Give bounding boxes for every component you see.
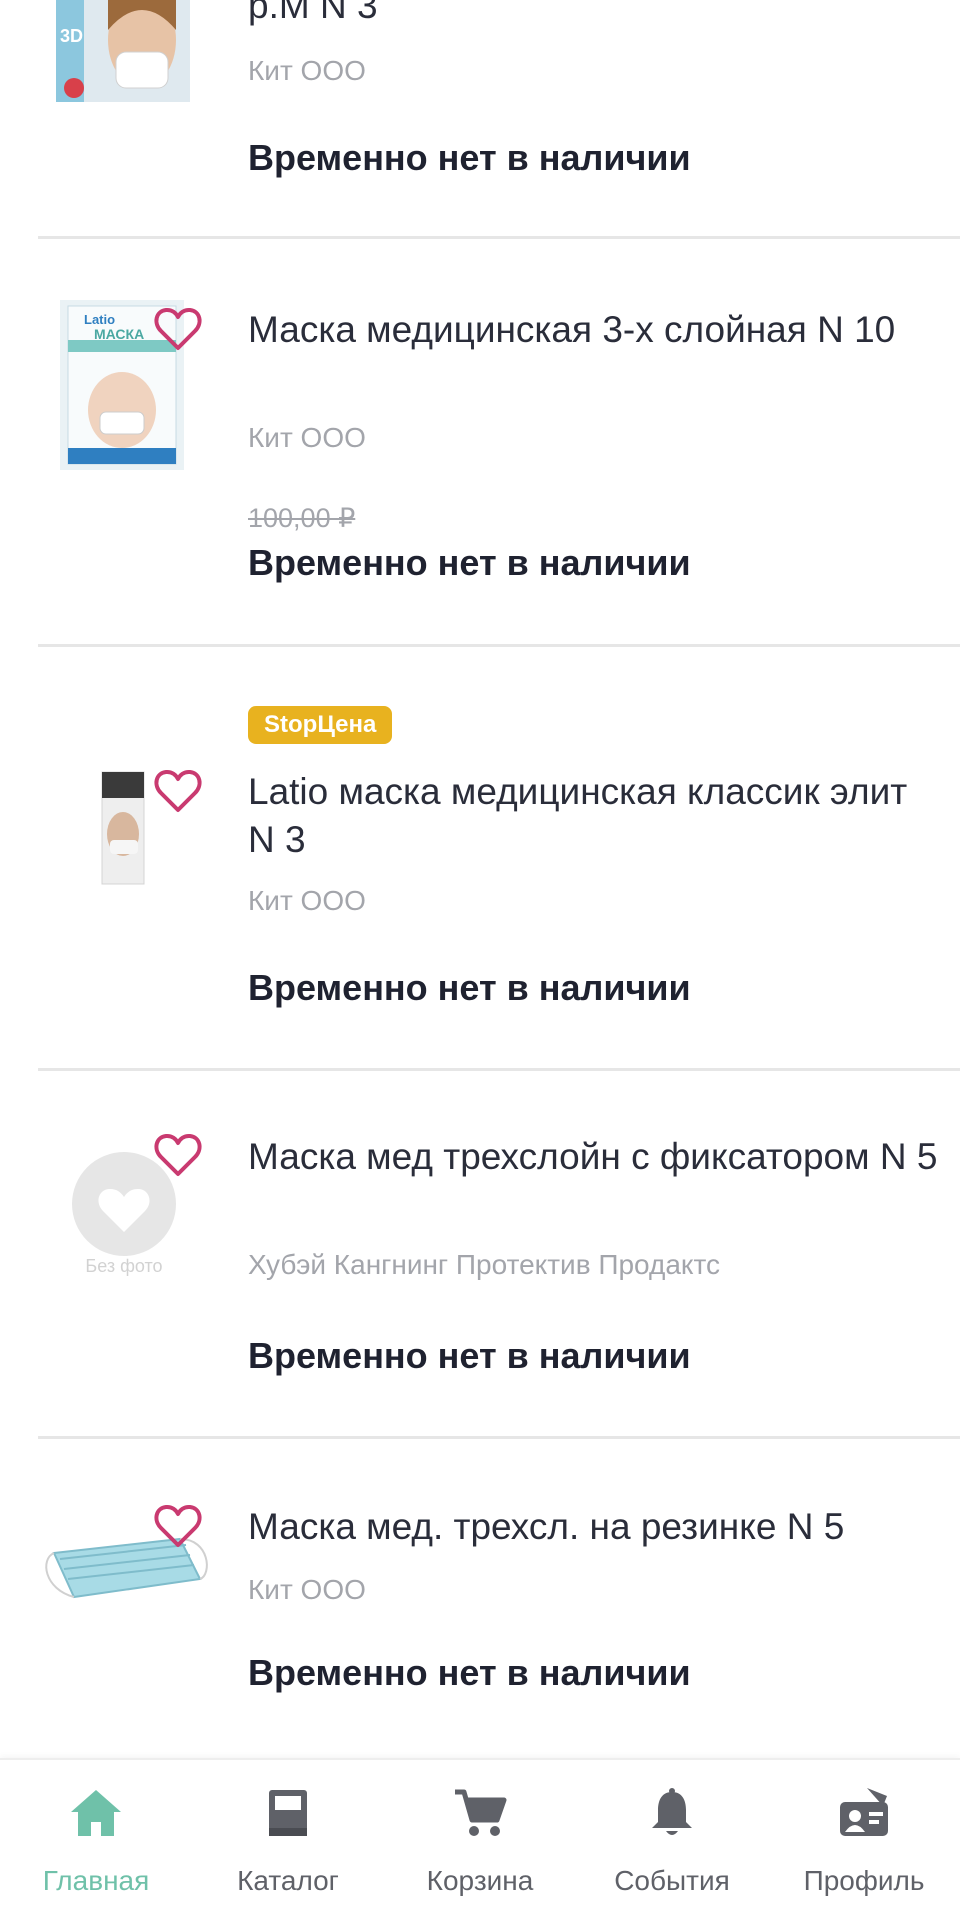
divider bbox=[38, 644, 960, 647]
favorite-heart-icon[interactable] bbox=[153, 306, 203, 352]
product-title[interactable]: р.M N 3 bbox=[248, 0, 938, 30]
product-title[interactable]: Маска медицинская 3-х слойная N 10 bbox=[248, 306, 938, 354]
nav-item-events[interactable]: События bbox=[576, 1760, 768, 1920]
product-title[interactable]: Latio маска медицинская классик элит N 3 bbox=[248, 768, 938, 864]
product-image[interactable] bbox=[98, 768, 148, 888]
nav-item-home[interactable]: Главная bbox=[0, 1760, 192, 1920]
product-title[interactable]: Маска мед. трехсл. на резинке N 5 bbox=[248, 1503, 938, 1551]
availability-status: Временно нет в наличии bbox=[248, 137, 691, 178]
nav-label-home: Главная bbox=[42, 1865, 150, 1896]
favorite-heart-icon[interactable] bbox=[153, 1132, 203, 1178]
bell-icon bbox=[645, 1786, 699, 1840]
nav-label-events: События bbox=[614, 1865, 730, 1896]
old-price: 100,00 ₽ bbox=[248, 503, 356, 533]
home-icon bbox=[69, 1786, 123, 1840]
availability-status: Временно нет в наличии bbox=[248, 1652, 691, 1693]
product-card[interactable]: Без фото Маска мед трехслойн с фиксаторо… bbox=[0, 1072, 960, 1442]
product-title[interactable]: Маска мед трехслойн с фиксатором N 5 bbox=[248, 1133, 938, 1181]
availability-status: Временно нет в наличии bbox=[248, 542, 691, 583]
profile-card-icon bbox=[837, 1786, 891, 1840]
nav-item-cart[interactable]: Корзина bbox=[384, 1760, 576, 1920]
product-maker: Кит ООО bbox=[248, 885, 366, 916]
divider bbox=[38, 1068, 960, 1071]
product-card[interactable]: 3D р.M N 3 Кит ООО Временно нет в наличи… bbox=[0, 0, 960, 240]
product-maker: Кит ООО bbox=[248, 1574, 366, 1605]
favorite-heart-icon[interactable] bbox=[153, 1503, 203, 1549]
nav-label-catalog: Каталог bbox=[237, 1865, 339, 1896]
catalog-book-icon bbox=[261, 1786, 315, 1840]
nav-item-catalog[interactable]: Каталог bbox=[192, 1760, 384, 1920]
product-maker: Кит ООО bbox=[248, 55, 366, 86]
product-maker: Кит ООО bbox=[248, 422, 366, 453]
bottom-navigation: Главная Каталог Корзина События Профиль bbox=[0, 1758, 960, 1920]
nav-label-profile: Профиль bbox=[803, 1865, 925, 1896]
promo-badge: StopЦена bbox=[248, 706, 393, 744]
divider bbox=[38, 1436, 960, 1439]
image-label: 3D bbox=[60, 26, 84, 46]
cart-icon bbox=[453, 1786, 507, 1840]
product-card[interactable]: Маска мед. трехсл. на резинке N 5 Кит ОО… bbox=[0, 1441, 960, 1761]
product-card[interactable]: Latio МАСКА Маска медицинская 3-х слойна… bbox=[0, 239, 960, 649]
product-maker: Хубэй Кангнинг Протектив Продактс bbox=[248, 1249, 720, 1280]
availability-status: Временно нет в наличии bbox=[248, 967, 691, 1008]
image-label: МАСКА bbox=[94, 326, 145, 342]
product-image[interactable]: 3D bbox=[56, 0, 190, 102]
availability-status: Временно нет в наличии bbox=[248, 1335, 691, 1376]
favorite-heart-icon[interactable] bbox=[153, 768, 203, 814]
image-brand: Latio bbox=[84, 312, 116, 327]
nav-item-profile[interactable]: Профиль bbox=[768, 1760, 960, 1920]
no-photo-label: Без фото bbox=[85, 1256, 163, 1276]
product-card[interactable]: StopЦена Latio маска медицинская классик… bbox=[0, 648, 960, 1073]
nav-label-cart: Корзина bbox=[426, 1865, 534, 1896]
